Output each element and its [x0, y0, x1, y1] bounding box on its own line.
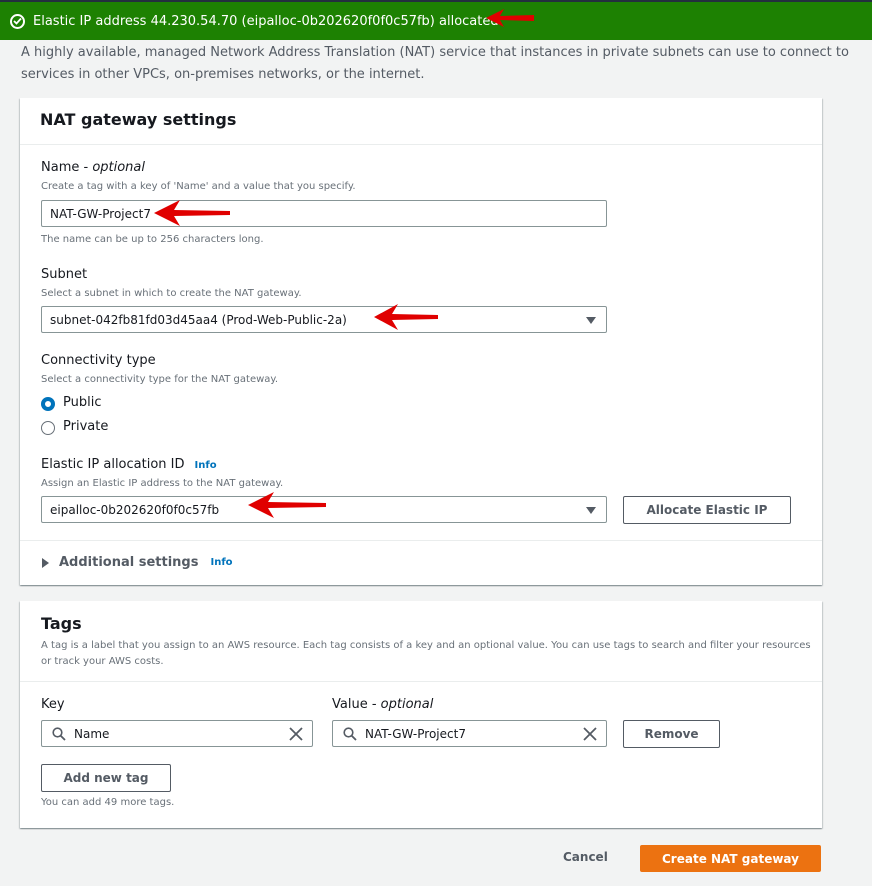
annotation-arrow-icon	[248, 492, 326, 518]
panel-header: NAT gateway settings	[20, 98, 822, 145]
public-radio[interactable]	[41, 397, 55, 411]
eip-info-link[interactable]: Info	[195, 460, 217, 471]
annotation-arrow-icon	[154, 200, 230, 226]
tags-title: Tags	[41, 614, 82, 633]
tag-key-value: Name	[74, 726, 110, 741]
name-label: Name - optional	[41, 160, 145, 175]
additional-info-link[interactable]: Info	[210, 557, 232, 568]
cancel-button[interactable]: Cancel	[563, 850, 608, 864]
tags-description: A tag is a label that you assign to an A…	[41, 640, 811, 667]
connectivity-label: Connectivity type	[41, 353, 156, 368]
subnet-description: Select a subnet in which to create the N…	[41, 288, 302, 299]
name-input[interactable]: NAT-GW-Project7	[41, 200, 607, 227]
tag-key-input[interactable]: Name	[41, 720, 313, 747]
section-divider	[20, 540, 822, 541]
success-check-icon	[10, 13, 25, 29]
subnet-selected-value: subnet-042fb81fd03d45aa4 (Prod-Web-Publi…	[50, 312, 347, 327]
private-radio[interactable]	[41, 421, 55, 435]
caret-down-icon	[586, 317, 596, 324]
connectivity-description: Select a connectivity type for the NAT g…	[41, 374, 279, 385]
remove-tag-button[interactable]: Remove	[623, 720, 720, 748]
nat-gateway-settings-panel: NAT gateway settings Name - optional Cre…	[20, 98, 822, 585]
search-icon	[343, 727, 357, 741]
value-label-text: Value -	[332, 697, 381, 712]
eip-description: Assign an Elastic IP address to the NAT …	[41, 478, 284, 489]
private-radio-label[interactable]: Private	[63, 419, 108, 434]
tags-divider	[20, 681, 822, 682]
create-nat-gateway-button[interactable]: Create NAT gateway	[640, 845, 821, 872]
subnet-select[interactable]: subnet-042fb81fd03d45aa4 (Prod-Web-Publi…	[41, 306, 607, 333]
tag-value-input[interactable]: NAT-GW-Project7	[332, 720, 607, 747]
additional-settings-toggle[interactable]: Additional settings Info	[42, 555, 233, 570]
name-constraint: The name can be up to 256 characters lon…	[41, 234, 264, 245]
clear-icon[interactable]	[582, 726, 598, 742]
clear-icon[interactable]	[288, 726, 304, 742]
page-description: A highly available, managed Network Addr…	[21, 45, 849, 82]
public-radio-label[interactable]: Public	[63, 395, 101, 410]
subnet-label: Subnet	[41, 267, 88, 282]
annotation-arrow-icon	[374, 304, 438, 330]
value-label: Value - optional	[332, 697, 433, 712]
panel-title: NAT gateway settings	[40, 110, 237, 129]
flash-message: Elastic IP address 44.230.54.70 (eipallo…	[33, 13, 503, 29]
name-label-text: Name -	[41, 160, 93, 175]
allocate-elastic-ip-button[interactable]: Allocate Elastic IP	[623, 496, 791, 524]
tags-remaining: You can add 49 more tags.	[41, 797, 175, 808]
optional-label: optional	[380, 697, 434, 712]
eip-selected-value: eipalloc-0b202620f0f0c57fb	[50, 502, 220, 517]
optional-label: optional	[92, 160, 145, 175]
search-icon	[52, 727, 66, 741]
caret-down-icon	[586, 507, 596, 514]
eip-label-text: Elastic IP allocation ID	[41, 457, 185, 472]
key-label: Key	[41, 697, 65, 712]
tags-panel: Tags A tag is a label that you assign to…	[20, 601, 822, 828]
tag-value-value: NAT-GW-Project7	[365, 726, 466, 741]
additional-settings-label: Additional settings	[59, 555, 199, 570]
expand-triangle-icon	[42, 557, 49, 568]
add-new-tag-button[interactable]: Add new tag	[41, 764, 171, 792]
annotation-arrow-icon	[486, 9, 534, 27]
name-description: Create a tag with a key of 'Name' and a …	[41, 181, 356, 192]
success-flashbar: Elastic IP address 44.230.54.70 (eipallo…	[0, 2, 872, 40]
eip-label: Elastic IP allocation ID Info	[41, 457, 217, 472]
